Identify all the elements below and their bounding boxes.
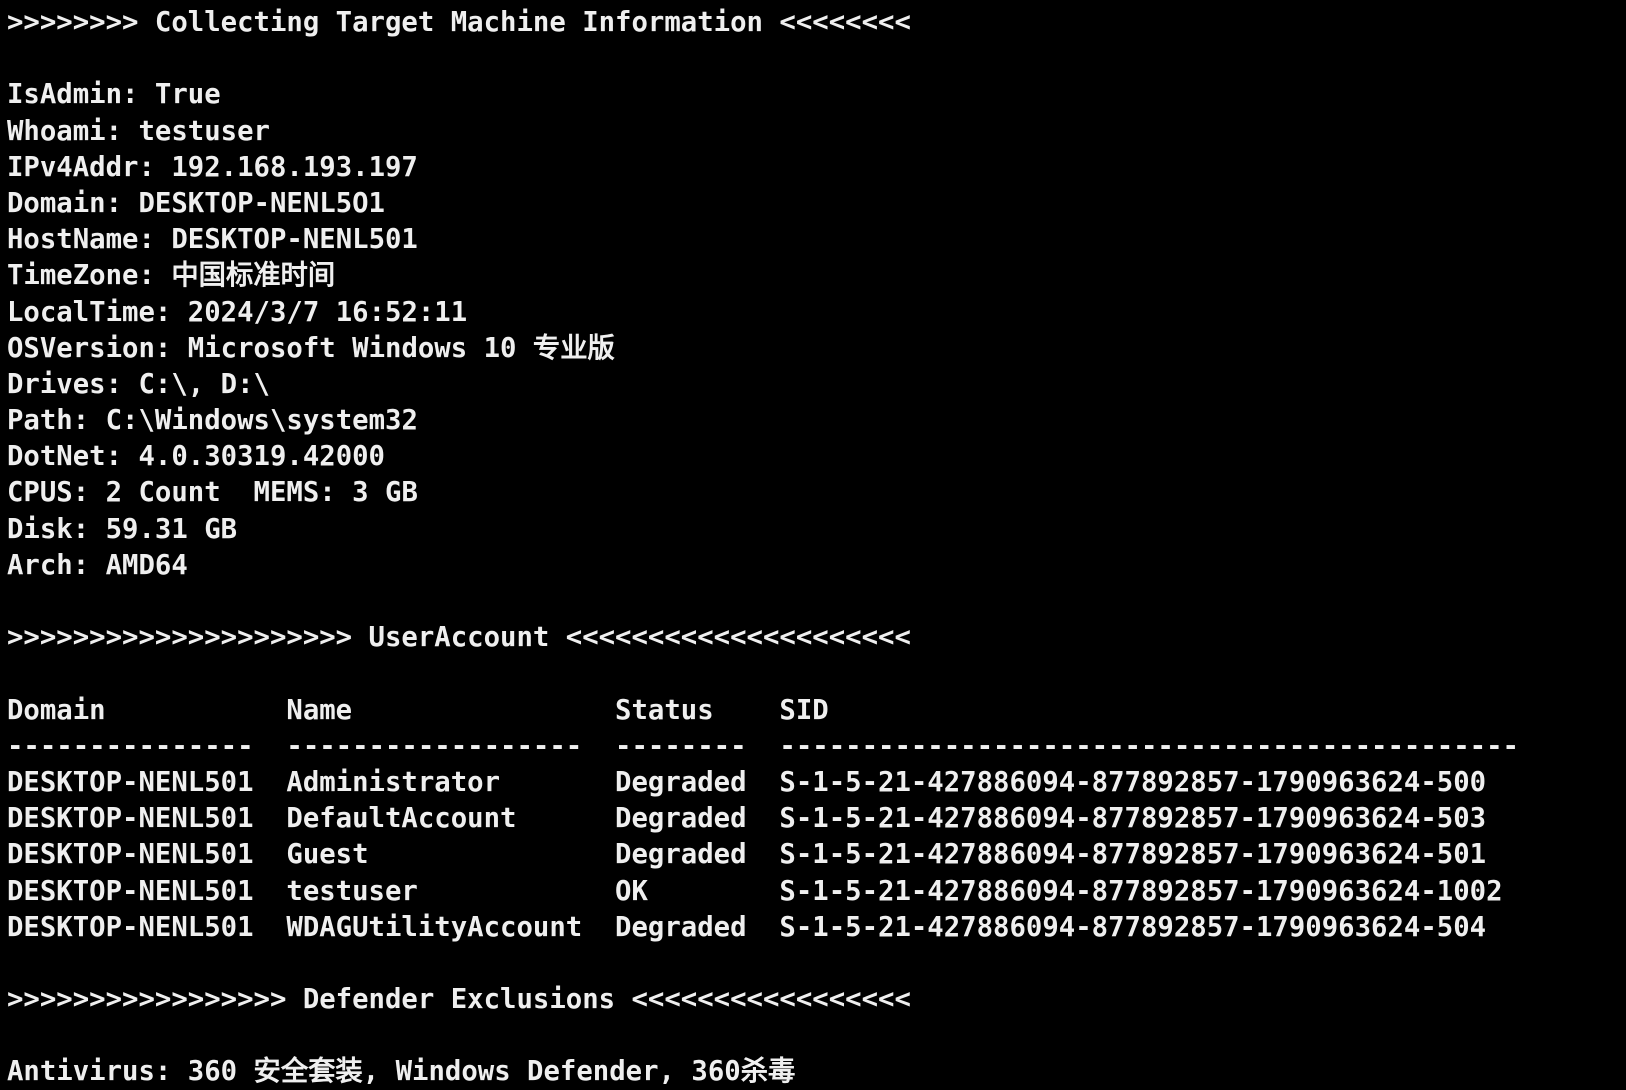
info-key: Disk [7,513,73,545]
info-value: 2 Count [105,477,221,509]
table-header: Domain Name Status SID [7,694,829,726]
info-line-arch: Arch: AMD64 [7,549,188,581]
info-value: 59.31 GB [105,513,238,545]
info-key: IPv4Addr [7,151,139,183]
info-value: DESKTOP-NENL5O1 [138,187,385,219]
info-key: TimeZone [7,260,139,292]
info-key: Whoami [7,115,106,147]
info-key: Arch [7,549,73,581]
info-value: 3 GB [352,477,418,509]
info-key: OSVersion [7,332,155,364]
info-line-osversion: OSVersion: Microsoft Windows 10 专业版 [7,332,615,364]
info-key: CPUS [7,477,73,509]
info-key: IsAdmin [7,79,123,111]
info-key: MEMS [253,477,320,509]
table-row: DESKTOP-NENL501 testuser OK S-1-5-21-427… [7,875,1503,907]
table-row: DESKTOP-NENL501 Guest Degraded S-1-5-21-… [7,839,1487,871]
table-row: DESKTOP-NENL501 WDAGUtilityAccount Degra… [7,911,1487,943]
info-line-ipv4: IPv4Addr: 192.168.193.197 [7,151,418,183]
info-line-drives: Drives: C:\, D:\ [7,368,270,400]
info-key: Path [7,405,73,437]
terminal-output: >>>>>>>> Collecting Target Machine Infor… [7,5,1619,1085]
section-header-machine-info: >>>>>>>> Collecting Target Machine Infor… [7,7,911,38]
info-line-isadmin: IsAdmin: True [7,79,221,111]
info-value: 2024/3/7 16:52:11 [187,296,468,328]
info-key: DotNet [7,441,106,473]
info-value: 中国标准时间 [171,260,336,292]
info-line-disk: Disk: 59.31 GB [7,513,238,545]
info-key: Antivirus [7,1056,155,1085]
info-key: HostName [7,224,139,256]
table-divider: --------------- ------------------ -----… [7,730,1519,762]
info-line-localtime: LocalTime: 2024/3/7 16:52:11 [7,296,468,328]
info-line-whoami: Whoami: testuser [7,115,270,147]
info-line-cpus-mems: CPUS: 2 Count MEMS: 3 GB [7,477,418,509]
info-key: Domain [7,187,106,219]
info-value: 4.0.30319.42000 [138,441,385,473]
table-row: DESKTOP-NENL501 DefaultAccount Degraded … [7,803,1487,835]
table-row: DESKTOP-NENL501 Administrator Degraded S… [7,766,1487,798]
info-line-domain: Domain: DESKTOP-NENL5O1 [7,187,385,219]
info-line-antivirus: Antivirus: 360 安全套装, Windows Defender, 3… [7,1054,1619,1085]
section-header-user-account: >>>>>>>>>>>>>>>>>>>>> UserAccount <<<<<<… [7,622,911,654]
info-line-dotnet: DotNet: 4.0.30319.42000 [7,441,385,473]
info-value: DESKTOP-NENL501 [171,224,418,256]
info-value: Microsoft Windows 10 专业版 [187,332,615,364]
info-line-hostname: HostName: DESKTOP-NENL501 [7,224,418,256]
info-value: AMD64 [105,549,188,581]
info-line-timezone: TimeZone: 中国标准时间 [7,260,336,292]
info-value: 192.168.193.197 [171,151,418,183]
info-key: Drives [7,368,106,400]
info-key: LocalTime [7,296,155,328]
info-value: 360 安全套装, Windows Defender, 360杀毒 [187,1056,796,1085]
info-value: testuser [138,115,270,147]
info-line-path: Path: C:\Windows\system32 [7,405,418,437]
info-value: C:\, D:\ [138,368,270,400]
info-value: C:\Windows\system32 [105,405,418,437]
info-value: True [154,79,221,111]
section-header-defender: >>>>>>>>>>>>>>>>> Defender Exclusions <<… [7,984,911,1016]
